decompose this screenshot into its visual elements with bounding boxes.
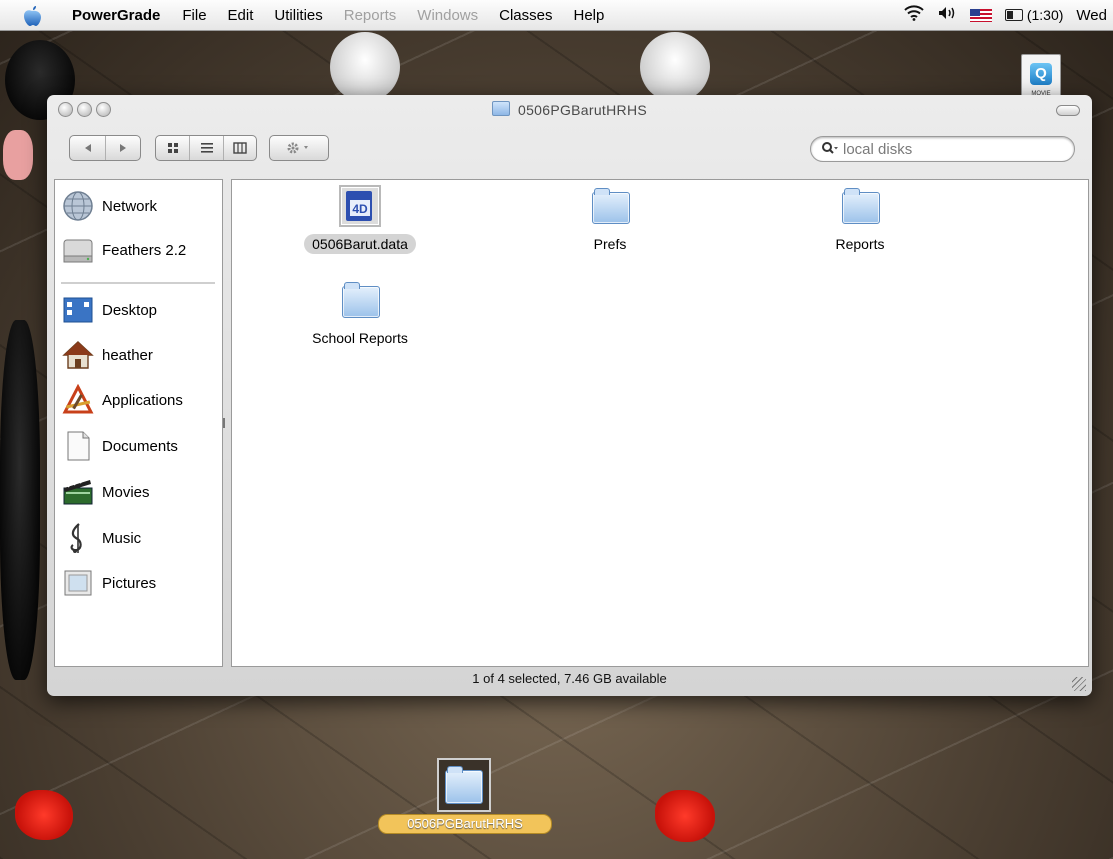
icon-view-icon bbox=[167, 143, 178, 153]
home-icon bbox=[62, 339, 94, 371]
desktop-wallpaper-figure bbox=[15, 790, 73, 840]
desktop-wallpaper-figure bbox=[3, 130, 33, 180]
desktop-folder-label[interactable]: 0506PGBarutHRHS bbox=[378, 814, 552, 834]
search-field[interactable] bbox=[810, 136, 1075, 162]
back-arrow-icon bbox=[84, 144, 91, 152]
folder-icon bbox=[491, 101, 510, 116]
menu-bar: PowerGrade File Edit Utilities Reports W… bbox=[0, 0, 1113, 31]
back-button[interactable] bbox=[70, 136, 105, 160]
sidebar-item-label: heather bbox=[102, 346, 153, 364]
volume-icon[interactable] bbox=[937, 5, 957, 25]
sidebar-item-feathers-disk[interactable]: Feathers 2.2 bbox=[55, 230, 222, 270]
sidebar-item-label: Feathers 2.2 bbox=[102, 241, 187, 259]
finder-window: 0506PGBarutHRHS local disks Network Feat… bbox=[47, 95, 1092, 696]
menu-file[interactable]: File bbox=[182, 7, 206, 24]
file-item-label: 0506Barut.data bbox=[304, 234, 416, 254]
resize-grip[interactable] bbox=[1072, 677, 1086, 691]
sidebar-item-label: Music bbox=[102, 529, 142, 547]
folder-item-label: Reports bbox=[835, 236, 885, 252]
battery-status[interactable]: (1:30) bbox=[1004, 7, 1064, 23]
desktop-folder-item[interactable] bbox=[437, 758, 491, 812]
file-browser-icon-view: 4D 0506Barut.data Prefs Reports School R… bbox=[231, 179, 1089, 667]
menu-reports[interactable]: Reports bbox=[344, 7, 397, 24]
sidebar-item-pictures[interactable]: Pictures bbox=[55, 563, 222, 603]
folder-icon bbox=[342, 282, 380, 318]
sidebar-item-music[interactable]: Music bbox=[55, 518, 222, 558]
sidebar-item-label: Pictures bbox=[102, 574, 157, 592]
folder-item-prefs[interactable]: Prefs bbox=[535, 188, 685, 254]
sidebar-item-home[interactable]: heather bbox=[55, 335, 222, 375]
pictures-icon bbox=[62, 567, 94, 599]
window-status-bar: 1 of 4 selected, 7.46 GB available bbox=[472, 671, 667, 686]
folder-item-school-reports[interactable]: School Reports bbox=[285, 282, 435, 348]
music-icon bbox=[62, 522, 94, 554]
action-menu-button[interactable] bbox=[269, 135, 329, 161]
applications-icon bbox=[62, 383, 94, 416]
sidebar-splitter[interactable] bbox=[223, 418, 225, 428]
list-view-button[interactable] bbox=[189, 136, 223, 160]
folder-item-reports[interactable]: Reports bbox=[785, 188, 935, 254]
view-mode-control bbox=[155, 135, 257, 161]
quicktime-icon: Q bbox=[1030, 63, 1052, 85]
desktop-wallpaper-figure bbox=[655, 790, 715, 842]
window-titlebar[interactable]: 0506PGBarutHRHS bbox=[47, 95, 1092, 123]
menu-help[interactable]: Help bbox=[574, 7, 605, 24]
network-globe-icon bbox=[62, 190, 94, 222]
sidebar-item-movies[interactable]: Movies bbox=[55, 472, 222, 512]
sidebar-item-documents[interactable]: Documents bbox=[55, 426, 222, 466]
sidebar-item-applications[interactable]: Applications bbox=[55, 380, 222, 420]
file-item-0506barut-data[interactable]: 4D 0506Barut.data bbox=[285, 185, 435, 254]
wifi-icon[interactable] bbox=[904, 5, 924, 25]
sidebar-divider bbox=[61, 282, 215, 284]
menu-windows[interactable]: Windows bbox=[417, 7, 478, 24]
desktop-wallpaper-figure bbox=[640, 32, 710, 102]
toolbar-toggle-button[interactable] bbox=[1056, 105, 1080, 116]
gear-icon bbox=[287, 142, 308, 154]
sidebar-item-label: Movies bbox=[102, 483, 150, 501]
finder-sidebar: Network Feathers 2.2 Desktop heather App… bbox=[54, 179, 223, 667]
movies-icon bbox=[62, 476, 94, 508]
forward-button[interactable] bbox=[105, 136, 140, 160]
battery-time: (1:30) bbox=[1026, 7, 1064, 23]
menu-edit[interactable]: Edit bbox=[228, 7, 254, 24]
back-forward-control bbox=[69, 135, 141, 161]
svg-text:4D: 4D bbox=[352, 202, 368, 216]
folder-item-label: School Reports bbox=[312, 330, 408, 346]
window-title: 0506PGBarutHRHS bbox=[47, 101, 1092, 118]
folder-icon bbox=[445, 766, 483, 804]
sidebar-item-label: Applications bbox=[102, 391, 183, 409]
sidebar-item-label: Documents bbox=[102, 437, 178, 455]
us-flag-icon[interactable] bbox=[969, 8, 992, 22]
window-toolbar bbox=[47, 131, 1092, 167]
sidebar-item-network[interactable]: Network bbox=[55, 186, 222, 226]
sidebar-item-label: Network bbox=[102, 197, 158, 215]
list-view-icon bbox=[200, 143, 213, 153]
forward-arrow-icon bbox=[120, 144, 126, 152]
menu-classes[interactable]: Classes bbox=[499, 7, 552, 24]
desktop-movie-file-icon[interactable]: Q MOVIE bbox=[1021, 54, 1061, 100]
battery-icon bbox=[1004, 9, 1023, 21]
4d-database-icon: 4D bbox=[339, 185, 381, 227]
column-view-icon bbox=[233, 142, 247, 154]
search-input[interactable] bbox=[841, 139, 1045, 159]
documents-icon bbox=[62, 430, 94, 462]
folder-item-label: Prefs bbox=[593, 236, 627, 252]
folder-icon bbox=[842, 188, 880, 224]
menubar-clock-day[interactable]: Wed bbox=[1076, 7, 1107, 24]
icon-view-button[interactable] bbox=[156, 136, 189, 160]
desktop-wallpaper-figure bbox=[0, 320, 40, 680]
sidebar-item-label: Desktop bbox=[102, 301, 158, 319]
menu-app-name[interactable]: PowerGrade bbox=[72, 7, 160, 24]
search-icon bbox=[821, 141, 839, 158]
window-title-text: 0506PGBarutHRHS bbox=[517, 102, 647, 118]
sidebar-item-desktop[interactable]: Desktop bbox=[55, 290, 222, 330]
folder-icon bbox=[592, 188, 630, 224]
desktop-icon bbox=[62, 294, 94, 326]
desktop-wallpaper-figure bbox=[330, 32, 400, 102]
hard-disk-icon bbox=[62, 234, 94, 266]
column-view-button[interactable] bbox=[223, 136, 256, 160]
apple-menu-icon[interactable] bbox=[22, 5, 50, 26]
menu-utilities[interactable]: Utilities bbox=[274, 7, 322, 24]
